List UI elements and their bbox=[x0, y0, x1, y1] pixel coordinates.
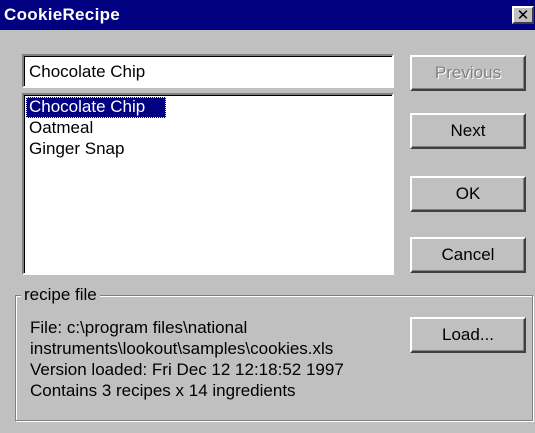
close-button[interactable]: ✕ bbox=[512, 6, 534, 24]
recipe-file-info: File: c:\program files\national instrume… bbox=[30, 317, 400, 401]
cookie-recipe-dialog: CookieRecipe ✕ Chocolate Chip Chocolate … bbox=[0, 0, 535, 433]
previous-button[interactable]: Previous bbox=[410, 55, 526, 91]
contents-line: Contains 3 recipes x 14 ingredients bbox=[30, 381, 296, 400]
recipe-name-value: Chocolate Chip bbox=[29, 62, 146, 81]
window-title: CookieRecipe bbox=[4, 5, 121, 24]
recipe-listbox[interactable]: Chocolate Chip Oatmeal Ginger Snap bbox=[22, 93, 394, 275]
recipe-name-field[interactable]: Chocolate Chip bbox=[22, 54, 394, 88]
next-button[interactable]: Next bbox=[410, 113, 526, 149]
cancel-button[interactable]: Cancel bbox=[410, 237, 526, 273]
recipe-file-group-label: recipe file bbox=[21, 285, 100, 305]
file-path-line-2: instruments\lookout\samples\cookies.xls bbox=[30, 339, 334, 358]
close-icon: ✕ bbox=[516, 6, 530, 24]
version-loaded-line: Version loaded: Fri Dec 12 12:18:52 1997 bbox=[30, 360, 344, 379]
ok-button[interactable]: OK bbox=[410, 176, 526, 212]
file-path-line-1: File: c:\program files\national bbox=[30, 318, 248, 337]
list-item-oatmeal[interactable]: Oatmeal bbox=[26, 118, 166, 139]
title-bar[interactable]: CookieRecipe ✕ bbox=[0, 0, 535, 30]
list-item-chocolate-chip[interactable]: Chocolate Chip bbox=[26, 97, 166, 118]
load-button[interactable]: Load... bbox=[410, 317, 526, 353]
list-item-ginger-snap[interactable]: Ginger Snap bbox=[26, 139, 166, 160]
